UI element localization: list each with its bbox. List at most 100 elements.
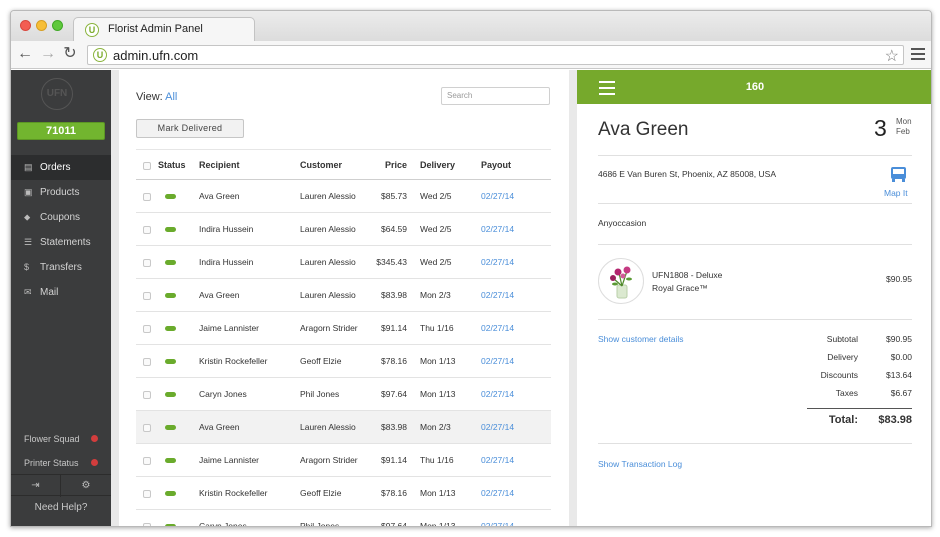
- forward-arrow-icon[interactable]: →: [40, 46, 56, 62]
- row-checkbox[interactable]: [143, 378, 151, 411]
- back-arrow-icon[interactable]: ←: [17, 46, 33, 62]
- customer-cell: Lauren Alessio: [300, 224, 356, 234]
- table-row[interactable]: Indira Hussein Lauren Alessio $345.43 Wed 2…: [136, 246, 551, 279]
- table-row[interactable]: Ava Green Lauren Alessio $83.98 Mon 2/3 02/2…: [136, 411, 551, 444]
- payout-link[interactable]: 02/27/14: [481, 279, 514, 312]
- table-row[interactable]: Caryn Jones Phil Jones $97.64 Mon 1/13 02/27…: [136, 510, 551, 527]
- product-name-line1: UFN1808 - Deluxe: [652, 270, 723, 280]
- column-delivery[interactable]: Delivery: [420, 150, 455, 181]
- need-help-link[interactable]: Need Help?: [11, 502, 111, 513]
- table-row[interactable]: Caryn Jones Phil Jones $97.64 Mon 1/13 02/27…: [136, 378, 551, 411]
- browser-menu-icon[interactable]: [911, 48, 925, 63]
- row-checkbox[interactable]: [143, 444, 151, 477]
- column-price[interactable]: Price: [361, 150, 407, 181]
- table-row[interactable]: Kristin Rockefeller Geoff Elzie $78.16 Mon …: [136, 345, 551, 378]
- table-row[interactable]: Indira Hussein Lauren Alessio $64.59 Wed 2/…: [136, 213, 551, 246]
- status-indicator: [158, 444, 176, 477]
- bookmark-star-icon[interactable]: ☆: [885, 46, 899, 66]
- url-text[interactable]: admin.ufn.com: [113, 48, 198, 63]
- order-counter-button[interactable]: 71011: [17, 122, 105, 140]
- settings-gear-icon[interactable]: ⚙: [61, 475, 111, 497]
- checkbox[interactable]: [143, 357, 151, 366]
- close-window-button[interactable]: [20, 20, 31, 31]
- show-transaction-log-link[interactable]: Show Transaction Log: [598, 459, 682, 469]
- row-checkbox[interactable]: [143, 213, 151, 246]
- payout-link[interactable]: 02/27/14: [481, 378, 514, 411]
- panel-gutter: [111, 70, 119, 526]
- payout-link[interactable]: 02/27/14: [481, 246, 514, 279]
- checkbox[interactable]: [143, 423, 151, 432]
- row-checkbox[interactable]: [143, 510, 151, 526]
- payout-link[interactable]: 02/27/14: [481, 510, 514, 526]
- show-customer-details-link[interactable]: Show customer details: [598, 334, 684, 344]
- delivery-cell: Wed 2/5: [420, 191, 452, 201]
- printer-status[interactable]: Printer Status: [11, 451, 111, 475]
- column-status[interactable]: Status: [158, 150, 186, 181]
- table-row[interactable]: Kristin Rockefeller Geoff Elzie $78.16 Mon …: [136, 477, 551, 510]
- flower-squad-status[interactable]: Flower Squad: [11, 427, 111, 451]
- inbox-icon: ▤: [24, 162, 33, 172]
- customer-cell: Aragorn Strider: [300, 323, 358, 333]
- sidebar-item-transfers[interactable]: $ Transfers: [11, 255, 111, 280]
- column-recipient[interactable]: Recipient: [199, 150, 240, 181]
- payout-link[interactable]: 02/27/14: [481, 411, 514, 444]
- table-row[interactable]: Jaime Lannister Aragorn Strider $91.14 Thu …: [136, 444, 551, 477]
- hamburger-menu-icon[interactable]: [599, 81, 615, 99]
- checkbox[interactable]: [143, 390, 151, 399]
- search-input[interactable]: Search: [441, 87, 550, 105]
- delivery-cell: Mon 1/13: [420, 521, 456, 527]
- payout-link[interactable]: 02/27/14: [481, 477, 514, 510]
- table-row[interactable]: Ava Green Lauren Alessio $83.98 Mon 2/3 02/2…: [136, 279, 551, 312]
- payout-link[interactable]: 02/27/14: [481, 213, 514, 246]
- mark-delivered-button[interactable]: Mark Delivered: [136, 119, 244, 138]
- table-row[interactable]: Ava Green Lauren Alessio $85.73 Wed 2/5 02/2…: [136, 180, 551, 213]
- total-row: Total: $83.98: [807, 408, 912, 428]
- sidebar-item-mail[interactable]: ✉ Mail: [11, 280, 111, 305]
- minimize-window-button[interactable]: [36, 20, 47, 31]
- reload-icon[interactable]: ↻: [62, 46, 78, 62]
- row-checkbox[interactable]: [143, 411, 151, 444]
- ufn-logo: UFN: [41, 78, 73, 110]
- map-it-link[interactable]: Map It: [884, 188, 908, 198]
- view-all-link[interactable]: All: [165, 91, 177, 103]
- recipient-cell: Kristin Rockefeller: [199, 488, 268, 498]
- sidebar-item-products[interactable]: ▣ Products: [11, 180, 111, 205]
- checkbox[interactable]: [143, 192, 151, 201]
- delivery-cell: Thu 1/16: [420, 323, 454, 333]
- payout-link[interactable]: 02/27/14: [481, 180, 514, 213]
- sidebar-item-statements[interactable]: ☰ Statements: [11, 230, 111, 255]
- maximize-window-button[interactable]: [52, 20, 63, 31]
- browser-tab[interactable]: U Florist Admin Panel: [73, 17, 255, 41]
- sidebar-item-coupons[interactable]: ⬥ Coupons: [11, 205, 111, 230]
- customer-cell: Lauren Alessio: [300, 422, 356, 432]
- payout-link[interactable]: 02/27/14: [481, 444, 514, 477]
- status-pill-icon: [165, 260, 176, 266]
- customer-cell: Lauren Alessio: [300, 191, 356, 201]
- payout-link[interactable]: 02/27/14: [481, 312, 514, 345]
- checkbox[interactable]: [143, 456, 151, 465]
- panel-gutter: [569, 70, 577, 526]
- payout-link[interactable]: 02/27/14: [481, 345, 514, 378]
- row-checkbox[interactable]: [143, 345, 151, 378]
- logout-icon[interactable]: ⇥: [11, 475, 61, 497]
- column-payout[interactable]: Payout: [481, 150, 511, 181]
- checkbox[interactable]: [143, 522, 151, 526]
- checkbox[interactable]: [143, 291, 151, 300]
- row-checkbox[interactable]: [143, 312, 151, 345]
- column-customer[interactable]: Customer: [300, 150, 342, 181]
- checkbox[interactable]: [143, 225, 151, 234]
- row-checkbox[interactable]: [143, 246, 151, 279]
- checkbox[interactable]: [143, 258, 151, 267]
- row-checkbox[interactable]: [143, 279, 151, 312]
- divider: [598, 155, 912, 156]
- checkbox[interactable]: [143, 489, 151, 498]
- row-checkbox[interactable]: [143, 180, 151, 213]
- row-checkbox[interactable]: [143, 477, 151, 510]
- sidebar-item-orders[interactable]: ▤ Orders: [11, 155, 111, 180]
- divider: [598, 244, 912, 245]
- bus-map-icon[interactable]: [890, 167, 907, 183]
- checkbox[interactable]: [143, 324, 151, 333]
- table-row[interactable]: Jaime Lannister Aragorn Strider $91.14 Thu …: [136, 312, 551, 345]
- select-all-checkbox[interactable]: [143, 150, 151, 181]
- address-bar[interactable]: U admin.ufn.com ☆: [87, 45, 904, 65]
